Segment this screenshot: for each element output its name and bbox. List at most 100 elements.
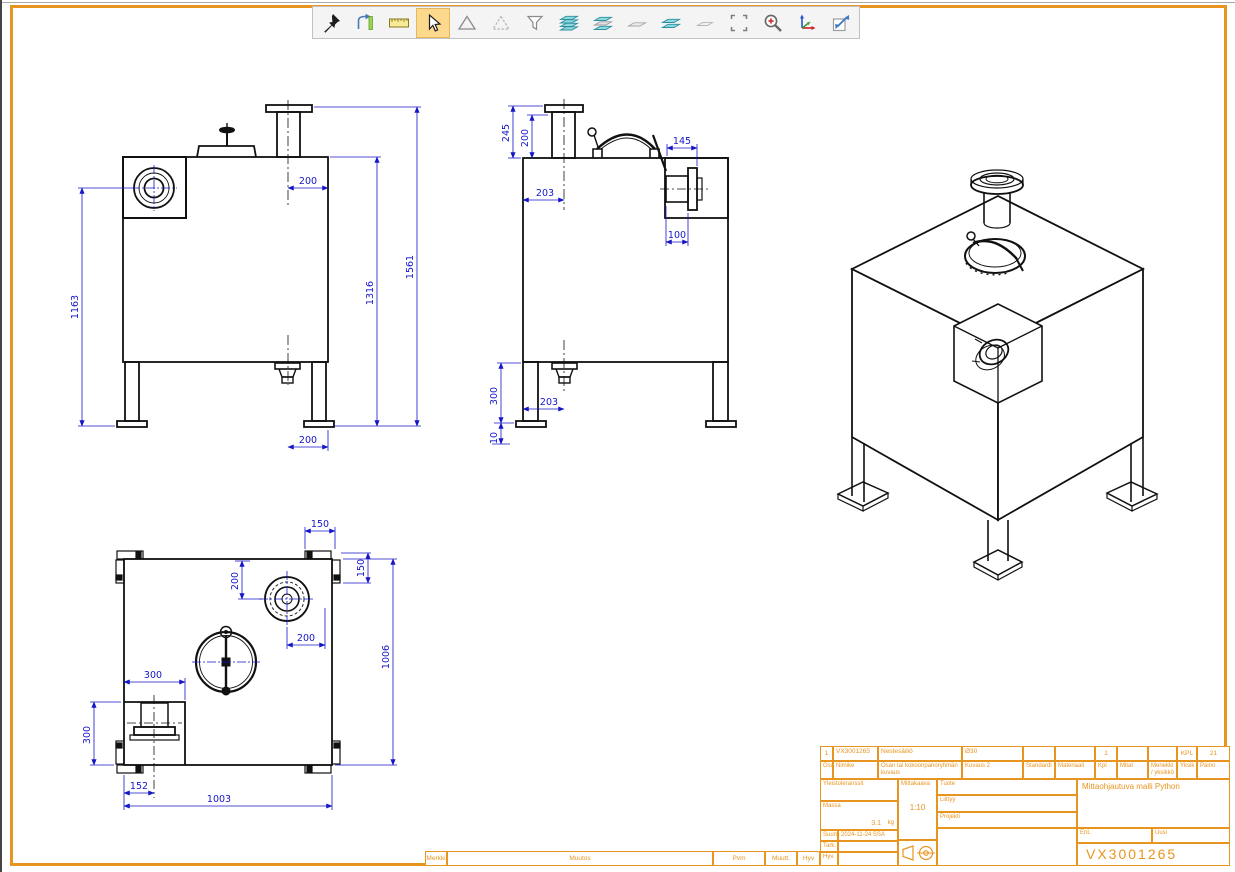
massa-unit: kg bbox=[888, 820, 894, 827]
first-angle-projection-icon bbox=[901, 843, 935, 863]
muutos-header: Muutos bbox=[447, 851, 713, 866]
select-cursor-button[interactable] bbox=[416, 8, 450, 38]
axes-button[interactable] bbox=[790, 8, 824, 38]
standardi-label: Standardi bbox=[1023, 761, 1055, 779]
drawing-description: Mittaohjautuva malli Python bbox=[1077, 779, 1230, 828]
drawing-number: VX3001265 bbox=[1077, 843, 1230, 866]
selection-frame-button[interactable] bbox=[722, 8, 756, 38]
massa-value: 3.1 bbox=[871, 820, 881, 827]
massa-cell: Massa 3.1 kg bbox=[820, 801, 898, 830]
layer-thin-icon bbox=[694, 12, 716, 34]
kuvaus2-value: Ø30 bbox=[962, 746, 1023, 761]
layers-two-button[interactable] bbox=[654, 8, 688, 38]
cad-drawing-window: { "colors":{"frame_orange":"#e8951f","di… bbox=[0, 0, 1235, 872]
pin-button[interactable] bbox=[314, 8, 348, 38]
kuvaus2-label: Kuvaus 2 bbox=[962, 761, 1023, 779]
revision-strip: Merkki Muutos Pvm Muutt. Hyv bbox=[425, 851, 820, 866]
dim-side-203-bottom: 203 bbox=[540, 397, 558, 408]
title-block: 1 VX3001265 Nestesäiliö Ø30 1 KPL 21 Osa… bbox=[820, 745, 1230, 866]
dim-front-top: 200 bbox=[299, 176, 317, 187]
dim-top-200h: 200 bbox=[297, 633, 315, 644]
projection-symbol-cell bbox=[898, 840, 937, 866]
layers-mixed-button[interactable] bbox=[586, 8, 620, 38]
dim-top-150a: 150 bbox=[311, 519, 329, 530]
suunn-value: 2024-11-24 SSA bbox=[838, 830, 898, 841]
materiaali-value bbox=[1055, 746, 1095, 761]
dim-side-300: 300 bbox=[489, 387, 500, 405]
measure-button[interactable] bbox=[382, 8, 416, 38]
dim-front-left: 1163 bbox=[70, 295, 81, 319]
dim-top-300h: 300 bbox=[82, 726, 93, 744]
polygon-icon bbox=[456, 12, 478, 34]
polygon-dashed-button[interactable] bbox=[484, 8, 518, 38]
liittyy-cell: Liittyy bbox=[937, 795, 1077, 812]
ent-label: Ent. bbox=[1077, 828, 1152, 843]
fit-view-button[interactable] bbox=[824, 8, 858, 38]
zoom-in-button[interactable] bbox=[756, 8, 790, 38]
floating-toolbar bbox=[312, 6, 860, 39]
hyv-header: Hyv bbox=[797, 851, 820, 866]
axes-icon bbox=[796, 12, 818, 34]
dim-side-203-top: 203 bbox=[536, 188, 554, 199]
mittakaava-label: Mittakaava bbox=[901, 781, 930, 787]
dim-front-inner: 1316 bbox=[365, 281, 376, 305]
side-view: 245 200 203 145 100 300 203 10 bbox=[489, 99, 736, 444]
empty-cell bbox=[937, 828, 1077, 866]
layers-all-icon bbox=[558, 12, 580, 34]
layer-thin-button[interactable] bbox=[688, 8, 722, 38]
dim-front-outer: 1561 bbox=[405, 255, 416, 279]
dim-top-1003: 1003 bbox=[207, 794, 231, 805]
mitat-label: Mitat bbox=[1117, 761, 1148, 779]
uusi-label: Uusi bbox=[1152, 828, 1230, 843]
standardi-value bbox=[1023, 746, 1055, 761]
front-view: 200 1561 1316 1163 200 bbox=[70, 100, 421, 451]
kpl-label: Kpl bbox=[1095, 761, 1117, 779]
dim-side-200: 200 bbox=[520, 129, 531, 147]
dim-side-245: 245 bbox=[501, 124, 512, 142]
selection-frame-icon bbox=[728, 12, 750, 34]
iso-view bbox=[838, 170, 1157, 580]
dim-front-bottom: 200 bbox=[299, 435, 317, 446]
pvm-header: Pvm bbox=[713, 851, 765, 866]
hyv-value bbox=[838, 852, 898, 866]
materiaali-label: Materiaali bbox=[1055, 761, 1095, 779]
hyv-label: Hyv. bbox=[820, 852, 838, 866]
mittakaava-cell: Mittakaava 1:10 bbox=[898, 779, 937, 840]
kuvaus-label: Osan tai kokoonpanoryhmän kuvaus bbox=[878, 761, 962, 779]
tuote-cell: Tuote bbox=[937, 779, 1077, 795]
layers-all-button[interactable] bbox=[552, 8, 586, 38]
dim-top-300w: 300 bbox=[144, 670, 162, 681]
dim-top-200v: 200 bbox=[230, 572, 241, 590]
merkki-header: Merkki bbox=[425, 851, 447, 866]
polygon-dashed-icon bbox=[490, 12, 512, 34]
part-no-cell: 1 bbox=[820, 746, 833, 761]
polygon-button[interactable] bbox=[450, 8, 484, 38]
dim-side-10: 10 bbox=[489, 432, 500, 444]
fit-view-icon bbox=[830, 12, 852, 34]
mitat-value bbox=[1117, 746, 1148, 761]
measure-icon bbox=[388, 12, 410, 34]
dim-top-1006: 1006 bbox=[381, 645, 392, 669]
yleistoleranssit-cell: Yleistoleranssit bbox=[820, 779, 898, 801]
paino-label: Paino bbox=[1197, 761, 1230, 779]
suunn-label: Suunn bbox=[820, 830, 838, 841]
rotate-view-icon bbox=[354, 12, 376, 34]
nimike-label: Nimike bbox=[833, 761, 878, 779]
tark-label: Tark. bbox=[820, 841, 838, 852]
drawing-canvas[interactable]: 200 1561 1316 1163 200 bbox=[0, 0, 1235, 872]
select-cursor-icon bbox=[422, 12, 444, 34]
layers-mixed-icon bbox=[592, 12, 614, 34]
rotate-view-button[interactable] bbox=[348, 8, 382, 38]
dim-side-145: 145 bbox=[673, 136, 691, 147]
massa-label: Massa bbox=[823, 803, 841, 809]
layer-flat-icon bbox=[626, 12, 648, 34]
muutt-header: Muutt. bbox=[765, 851, 797, 866]
mittakaava-value: 1:10 bbox=[899, 804, 936, 811]
nimike-value: VX3001265 bbox=[833, 746, 878, 761]
pin-icon bbox=[320, 12, 342, 34]
layer-flat-button[interactable] bbox=[620, 8, 654, 38]
kpl-count-cell: 21 bbox=[1197, 746, 1230, 761]
projekti-cell: Projekti bbox=[937, 812, 1077, 828]
zoom-in-icon bbox=[762, 12, 784, 34]
filter-button[interactable] bbox=[518, 8, 552, 38]
